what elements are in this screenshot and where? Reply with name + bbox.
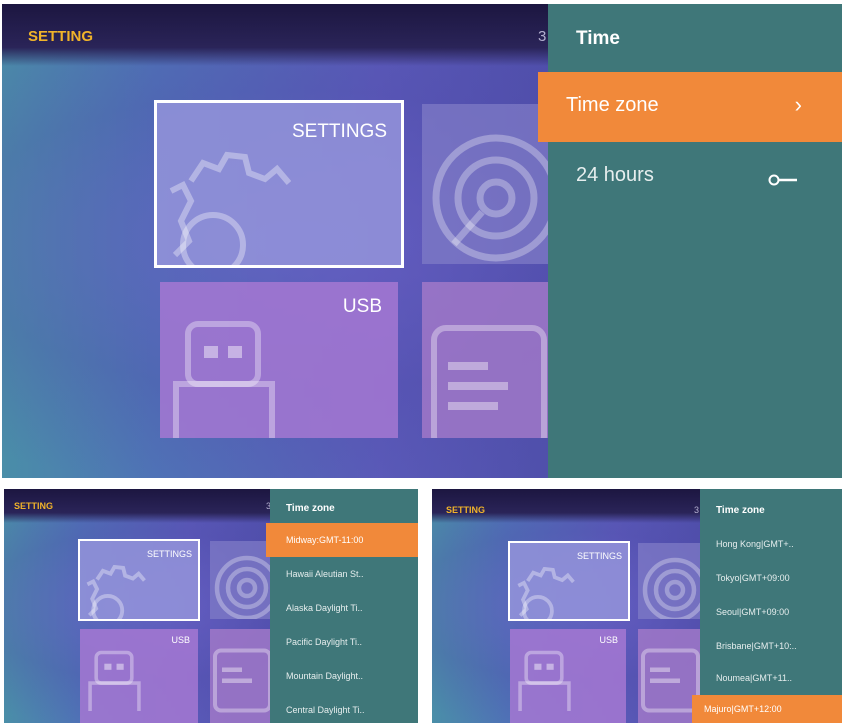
document-icon <box>431 325 547 438</box>
clock-fragment: 3 <box>694 505 700 515</box>
24-hours-label: 24 hours <box>576 164 654 186</box>
usb-tile[interactable]: USB <box>160 282 398 438</box>
time-zone-option[interactable]: Alaska Daylight Ti.. <box>270 591 418 625</box>
app-title: SETTING <box>14 501 54 511</box>
time-zone-option[interactable]: Midway:GMT-11:00 <box>266 523 418 557</box>
settings-tile[interactable]: SETTINGS <box>154 100 404 268</box>
time-zone-option-label: Brisbane|GMT+10:.. <box>716 641 797 651</box>
time-zone-option-label: Tokyo|GMT+09:00 <box>716 573 790 583</box>
app-title: SETTING <box>446 505 486 515</box>
time-zone-option-label: Pacific Daylight Ti.. <box>286 637 363 647</box>
time-zone-option[interactable]: Majuro|GMT+12:00 <box>692 695 842 723</box>
time-zone-option-label: Alaska Daylight Ti.. <box>286 603 363 613</box>
time-zone-option-label: Mountain Daylight.. <box>286 671 364 681</box>
media-tile[interactable] <box>422 104 548 264</box>
usb-drive-icon <box>88 650 141 711</box>
24-hours-menu-item[interactable]: 24 hours <box>548 152 842 202</box>
disc-icon <box>214 555 272 619</box>
timezone-screen-end-of-list: SETTING 3 SETTINGS USB Time zone Hong Ko… <box>432 489 842 723</box>
chevron-right-icon: › <box>794 92 802 117</box>
usb-tile-label: USB <box>599 635 618 645</box>
media-tile[interactable] <box>638 543 700 619</box>
clock-fragment: 3 <box>538 28 547 45</box>
document-tile[interactable] <box>638 629 700 723</box>
media-tile[interactable] <box>210 541 272 619</box>
time-zone-option[interactable]: Hawaii Aleutian St.. <box>270 557 418 591</box>
settings-tile[interactable]: SETTINGS <box>508 541 630 621</box>
settings-tile[interactable]: SETTINGS <box>78 539 200 621</box>
usb-tile[interactable]: USB <box>510 629 626 723</box>
time-zone-panel: Time zone Midway:GMT-11:00 Hawaii Aleuti… <box>266 489 418 723</box>
document-tile[interactable] <box>210 629 272 723</box>
time-zone-option[interactable]: Tokyo|GMT+09:00 <box>700 561 842 595</box>
time-zone-menu-item[interactable]: Time zone › <box>538 72 842 142</box>
panel-title: Time zone <box>716 505 765 516</box>
usb-tile-label: USB <box>342 296 382 317</box>
time-zone-option-label: Seoul|GMT+09:00 <box>716 607 790 617</box>
time-zone-option[interactable]: Pacific Daylight Ti.. <box>270 625 418 659</box>
time-zone-option-label: Hong Kong|GMT+.. <box>716 539 794 549</box>
time-zone-option-label: Majuro|GMT+12:00 <box>704 704 782 714</box>
usb-drive-icon <box>173 321 275 438</box>
time-zone-option[interactable]: Noumea|GMT+11.. <box>700 661 842 695</box>
time-zone-option[interactable]: Mountain Daylight.. <box>270 659 418 693</box>
time-zone-panel: Time zone Hong Kong|GMT+.. Tokyo|GMT+09:… <box>692 489 842 723</box>
toggle-switch-icon[interactable] <box>768 174 798 186</box>
settings-tile-label: SETTINGS <box>146 549 192 559</box>
settings-tile-label: SETTINGS <box>576 551 622 561</box>
time-zone-option-label: Midway:GMT-11:00 <box>286 535 364 545</box>
usb-tile[interactable]: USB <box>80 629 198 723</box>
gear-icon <box>169 151 291 265</box>
disc-icon <box>642 557 700 619</box>
disc-icon <box>432 134 548 262</box>
time-settings-panel: Time Time zone › 24 hours <box>538 4 842 478</box>
time-zone-label: Time zone <box>566 94 659 116</box>
time-zone-option-label: Hawaii Aleutian St.. <box>286 569 364 579</box>
time-zone-option[interactable]: Brisbane|GMT+10:.. <box>700 629 842 663</box>
main-screen: SETTING 3 SETTINGS USB Time Time zone › … <box>2 4 842 478</box>
usb-drive-icon <box>518 650 571 711</box>
time-zone-option[interactable]: Hong Kong|GMT+.. <box>700 527 842 561</box>
panel-title: Time zone <box>286 503 335 514</box>
usb-tile-label: USB <box>171 635 190 645</box>
settings-tile-label: SETTINGS <box>291 121 387 142</box>
gear-icon <box>517 567 575 619</box>
panel-title: Time <box>576 28 621 49</box>
time-zone-option[interactable]: Central Daylight Ti.. <box>270 693 418 723</box>
document-tile[interactable] <box>422 282 548 438</box>
time-zone-option-label: Noumea|GMT+11.. <box>716 673 792 683</box>
document-icon <box>213 648 272 713</box>
time-zone-option[interactable]: Seoul|GMT+09:00 <box>700 595 842 629</box>
time-zone-option-label: Central Daylight Ti.. <box>286 705 365 715</box>
app-title: SETTING <box>28 28 94 45</box>
document-icon <box>641 648 700 713</box>
gear-icon <box>86 565 146 619</box>
timezone-screen-top-of-list: SETTING 3 SETTINGS USB Time zone Midway:… <box>4 489 418 723</box>
